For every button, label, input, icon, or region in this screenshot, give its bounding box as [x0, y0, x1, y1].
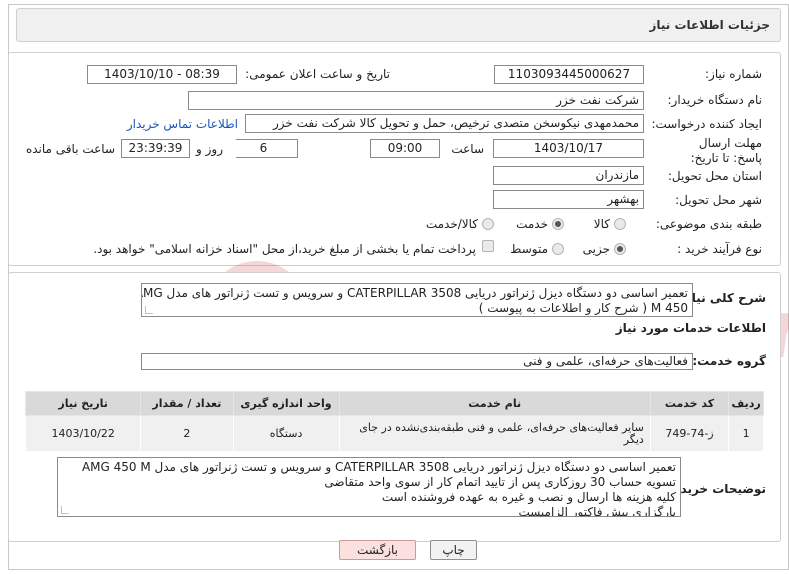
service-group-label: گروه خدمت:	[692, 354, 766, 368]
buyer-notes-textarea[interactable]: تعمیر اساسی دو دستگاه دیزل ژنراتور دریای…	[57, 457, 681, 517]
deadline-label: مهلت ارسال پاسخ: تا تاریخ:	[690, 136, 762, 165]
creator-label: ایجاد کننده درخواست:	[651, 117, 762, 131]
days-remaining-field: 6	[229, 139, 298, 158]
process-radio-minor[interactable]	[614, 243, 626, 255]
need-number-label: شماره نیاز:	[705, 67, 762, 81]
category-label: طبقه بندی موضوعی:	[655, 217, 762, 231]
need-info-panel: شماره نیاز: 1103093445000627 تاریخ و ساع…	[8, 52, 781, 266]
resize-grip-icon	[61, 506, 69, 514]
need-number-field: 1103093445000627	[494, 65, 644, 84]
buyer-note-line-1: تعمیر اساسی دو دستگاه دیزل ژنراتور دریای…	[81, 460, 676, 474]
buyer-org-label: نام دستگاه خریدار:	[667, 93, 763, 107]
col-unit-header: واحد اندازه گیری	[232, 391, 340, 416]
province-field: مازندران	[493, 166, 644, 185]
buyer-note-line-3: کلیه هزینه ها ارسال و نصب و غیره به عهده…	[381, 490, 676, 504]
cell-quantity: 2	[140, 415, 234, 452]
category-option-service: خدمت	[516, 217, 548, 231]
province-label: استان محل تحویل:	[667, 169, 762, 183]
remaining-time-label: ساعت باقی مانده	[25, 142, 115, 156]
announce-date-field: 1403/10/10 - 08:39	[87, 65, 237, 84]
cell-service-code: ز-74-749	[649, 415, 730, 452]
col-code-header: کد خدمت	[649, 391, 730, 416]
process-option-medium: متوسط	[510, 242, 548, 256]
process-radio-medium[interactable]	[552, 243, 564, 255]
buyer-contact-link[interactable]: اطلاعات تماس خریدار	[127, 117, 238, 131]
process-label: نوع فرآیند خرید :	[677, 242, 762, 256]
col-date-header: تاریخ نیاز	[24, 391, 142, 416]
cell-row-number: 1	[728, 415, 764, 452]
col-name-header: نام خدمت	[338, 391, 651, 416]
announce-date-label: تاریخ و ساعت اعلان عمومی:	[245, 67, 390, 81]
col-qty-header: تعداد / مقدار	[140, 391, 234, 416]
summary-textarea[interactable]: تعمیر اساسی دو دستگاه دیزل ژنراتور دریای…	[141, 283, 693, 317]
treasury-payment-note: پرداخت تمام یا بخشی از مبلغ خرید،از محل …	[93, 242, 476, 256]
cell-service-name: سایر فعالیت‌های حرفه‌ای، علمی و فنی طبقه…	[338, 415, 651, 452]
city-field: بهشهر	[493, 190, 644, 209]
details-panel: شرح کلی نیاز: تعمیر اساسی دو دستگاه دیزل…	[8, 272, 781, 542]
process-option-minor: جزیی	[582, 242, 610, 256]
summary-line-2: 450 M ( شرح کار و اطلاعات به پیوست )	[478, 301, 688, 315]
services-table: ردیف کد خدمت نام خدمت واحد اندازه گیری ت…	[24, 391, 764, 452]
buyer-note-line-2: تسویه حساب 30 روزکاری پس از تایید اتمام …	[324, 475, 676, 489]
category-option-goods-service: کالا/خدمت	[425, 217, 478, 231]
back-button[interactable]: بازگشت	[339, 540, 416, 560]
deadline-date-field: 1403/10/17	[493, 139, 644, 158]
table-row: 1 ز-74-749 سایر فعالیت‌های حرفه‌ای، علمی…	[24, 415, 764, 452]
category-radio-goods-service[interactable]	[482, 218, 494, 230]
service-group-field: فعالیت‌های حرفه‌ای، علمی و فنی	[141, 353, 693, 370]
page-title: جزئیات اطلاعات نیاز	[649, 18, 770, 32]
cell-unit: دستگاه	[232, 415, 340, 452]
treasury-payment-checkbox[interactable]	[482, 240, 494, 252]
deadline-time-label: ساعت	[451, 142, 484, 156]
remaining-time-field: 23:39:39	[121, 139, 190, 158]
deadline-time-field: 09:00	[370, 139, 440, 158]
print-button[interactable]: چاپ	[430, 540, 477, 560]
summary-line-1: تعمیر اساسی دو دستگاه دیزل ژنراتور دریای…	[142, 286, 688, 300]
services-table-header: ردیف کد خدمت نام خدمت واحد اندازه گیری ت…	[24, 391, 764, 416]
category-radio-goods[interactable]	[614, 218, 626, 230]
services-heading: اطلاعات خدمات مورد نیاز	[615, 321, 766, 335]
creator-field: محمدمهدی نیکوسخن متصدی ترخیص، حمل و تحوی…	[245, 114, 644, 133]
days-label: روز و	[196, 142, 223, 156]
col-row-header: ردیف	[728, 391, 764, 416]
buyer-org-field: شرکت نفت خزر	[188, 91, 644, 110]
category-radio-service[interactable]	[552, 218, 564, 230]
page-header: جزئیات اطلاعات نیاز	[16, 8, 781, 42]
category-option-goods: کالا	[593, 217, 610, 231]
cell-need-date: 1403/10/22	[24, 415, 142, 452]
buyer-note-line-4: بارگزاری پیش فاکتور الزامیست	[518, 505, 676, 517]
resize-grip-icon	[145, 306, 153, 314]
city-label: شهر محل تحویل:	[675, 193, 762, 207]
